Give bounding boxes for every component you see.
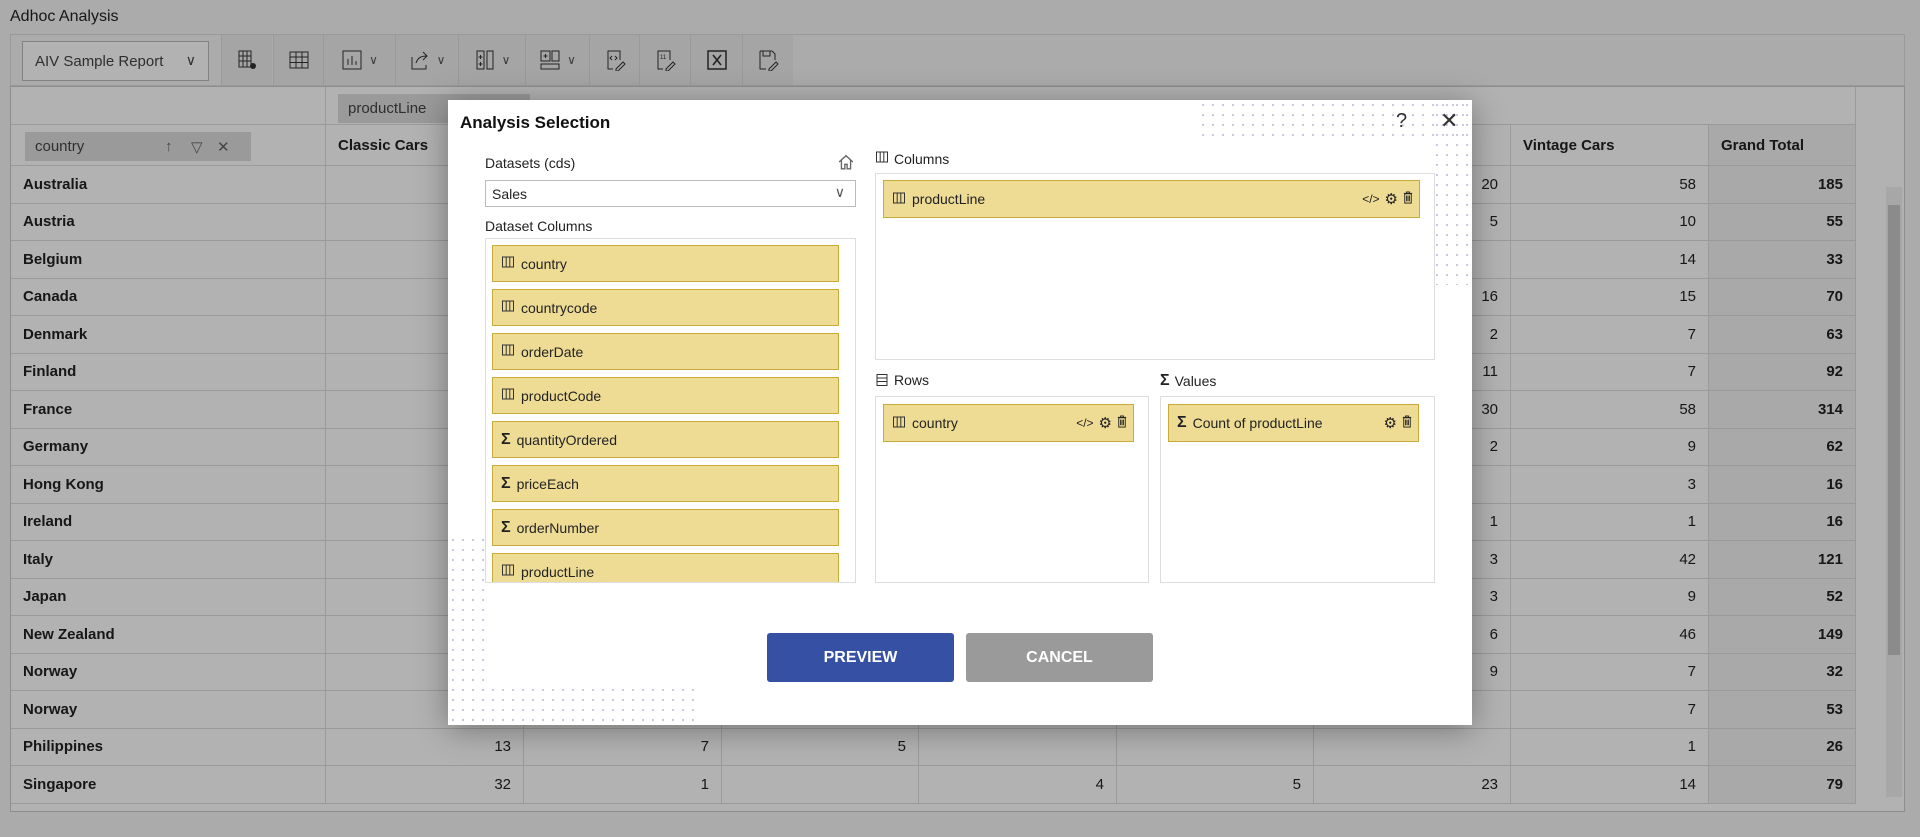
code-icon[interactable]: </>	[1362, 192, 1379, 206]
gear-icon[interactable]: ⚙	[1099, 414, 1112, 432]
dimension-icon	[501, 387, 515, 404]
rows-drop-zone[interactable]: country </> ⚙	[875, 396, 1149, 583]
dataset-column-item[interactable]: countrycode	[492, 289, 839, 326]
sigma-icon: Σ	[501, 518, 511, 536]
columns-label: Columns	[875, 150, 949, 167]
gear-icon[interactable]: ⚙	[1384, 414, 1397, 432]
dataset-column-label: country	[521, 255, 567, 272]
dataset-column-label: orderNumber	[516, 519, 600, 536]
datasets-label: Datasets (cds)	[485, 155, 576, 171]
dimension-icon	[501, 343, 515, 360]
dataset-column-item[interactable]: country	[492, 245, 839, 282]
values-label-text: Values	[1174, 373, 1217, 389]
rows-label-text: Rows	[894, 372, 930, 388]
dimension-icon	[892, 191, 906, 208]
dataset-column-item[interactable]: ΣquantityOrdered	[492, 421, 839, 458]
help-icon[interactable]: ?	[1396, 110, 1407, 133]
dimension-icon	[501, 255, 515, 272]
chevron-down-icon: ∨	[834, 184, 845, 200]
dataset-column-label: orderDate	[521, 343, 584, 360]
dataset-column-item[interactable]: ΣorderNumber	[492, 509, 839, 546]
values-label: Σ Values	[1160, 372, 1216, 390]
gear-icon[interactable]: ⚙	[1385, 190, 1398, 208]
decor-dots	[1198, 100, 1472, 140]
sigma-icon: Σ	[501, 430, 511, 448]
rows-icon	[876, 374, 888, 386]
rows-label: Rows	[875, 372, 929, 388]
dimension-icon	[892, 415, 906, 432]
rows-item-label: country	[912, 415, 958, 431]
dataset-column-item[interactable]: ΣpriceEach	[492, 465, 839, 502]
trash-icon[interactable]	[1403, 191, 1413, 207]
dataset-column-label: productCode	[521, 387, 602, 404]
dataset-column-label: quantityOrdered	[516, 431, 618, 448]
dataset-columns-label: Dataset Columns	[485, 218, 593, 234]
preview-button[interactable]: PREVIEW	[767, 633, 954, 682]
rows-item[interactable]: country </> ⚙	[883, 404, 1134, 442]
dataset-column-label: countrycode	[521, 299, 598, 316]
dimension-icon	[501, 563, 515, 580]
values-item-label: Count of productLine	[1192, 415, 1323, 431]
columns-label-text: Columns	[894, 150, 950, 167]
decor-dots	[448, 535, 488, 725]
dimension-icon	[501, 299, 515, 316]
columns-item[interactable]: productLine </> ⚙	[883, 180, 1420, 218]
close-icon[interactable]: ✕	[1440, 108, 1458, 134]
trash-icon[interactable]	[1117, 415, 1127, 431]
columns-item-label: productLine	[912, 191, 986, 207]
sigma-icon: Σ	[1177, 414, 1187, 431]
columns-drop-zone[interactable]: productLine </> ⚙	[875, 173, 1435, 360]
sigma-icon: Σ	[501, 474, 511, 492]
sigma-icon: Σ	[1160, 372, 1170, 389]
dataset-select[interactable]: Sales ∨	[485, 180, 856, 207]
dataset-column-label: productLine	[521, 563, 595, 580]
analysis-selection-dialog: Analysis Selection ? ✕ Datasets (cds) Sa…	[448, 100, 1472, 725]
values-item[interactable]: Σ Count of productLine ⚙	[1168, 404, 1419, 442]
dialog-title: Analysis Selection	[460, 113, 611, 132]
columns-icon	[875, 150, 889, 167]
home-icon[interactable]	[838, 154, 854, 175]
cancel-button[interactable]: CANCEL	[966, 633, 1153, 682]
dataset-column-label: priceEach	[516, 475, 579, 492]
dataset-column-item[interactable]: productLine	[492, 553, 839, 582]
code-icon[interactable]: </>	[1076, 416, 1093, 430]
dataset-column-item[interactable]: productCode	[492, 377, 839, 414]
dataset-columns-list[interactable]: country countrycode orderDate productCode Σq…	[485, 238, 856, 583]
dataset-select-value: Sales	[492, 186, 528, 202]
trash-icon[interactable]	[1402, 415, 1412, 431]
dataset-column-item[interactable]: orderDate	[492, 333, 839, 370]
values-drop-zone[interactable]: Σ Count of productLine ⚙	[1160, 396, 1435, 583]
